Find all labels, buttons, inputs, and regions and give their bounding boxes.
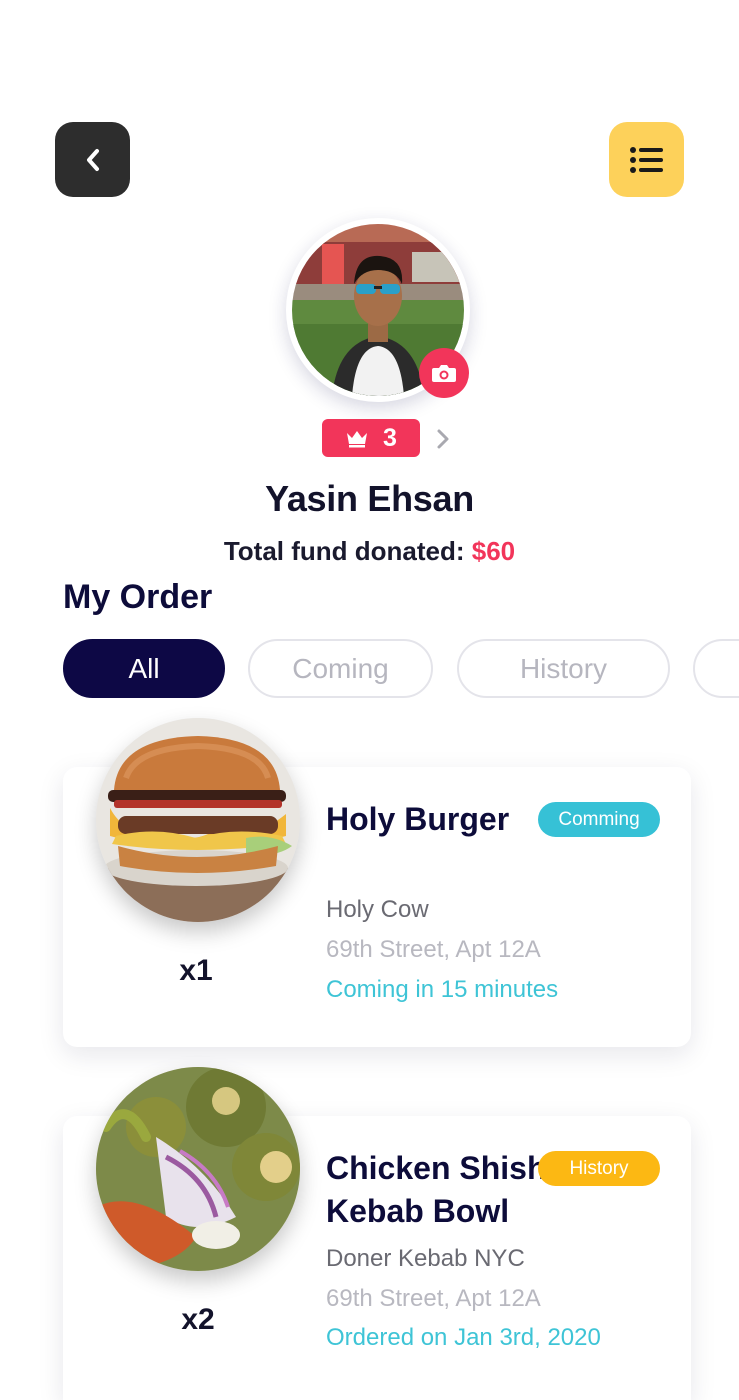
status-badge: History [538, 1151, 660, 1186]
level-badge[interactable]: 3 [322, 419, 420, 457]
delivery-address: 69th Street, Apt 12A [326, 1285, 541, 1312]
list-menu-icon [629, 146, 663, 173]
profile-name: Yasin Ehsan [265, 478, 474, 519]
back-button[interactable] [55, 122, 130, 197]
tab-history[interactable]: History [457, 639, 670, 698]
item-title: Chicken Shish Kebab Bowl [326, 1147, 547, 1233]
food-image-kebab-bowl [96, 1067, 300, 1271]
tab-more[interactable] [693, 639, 739, 698]
food-image-burger [96, 718, 300, 922]
level-value: 3 [383, 423, 397, 452]
change-photo-button[interactable] [419, 348, 469, 398]
restaurant-name: Holy Cow [326, 896, 429, 923]
order-status-text: Ordered on Jan 3rd, 2020 [326, 1324, 601, 1351]
crown-icon [347, 431, 368, 448]
item-quantity: x1 [179, 954, 213, 987]
fund-label: Total fund donated: [223, 536, 472, 566]
order-tabs: All Coming History [63, 639, 739, 698]
chevron-right-icon [437, 429, 449, 449]
tab-all[interactable]: All [63, 639, 225, 698]
chevron-left-icon [86, 148, 99, 171]
status-badge: Comming [538, 802, 660, 837]
tab-coming[interactable]: Coming [248, 639, 433, 698]
item-title: Holy Burger [326, 801, 510, 837]
item-quantity: x2 [181, 1303, 215, 1336]
menu-button[interactable] [609, 122, 684, 197]
item-title-line: Chicken Shish [326, 1150, 547, 1186]
fund-donated-line: Total fund donated: $60 [0, 536, 739, 567]
fund-amount: $60 [471, 536, 516, 566]
level-chevron-button[interactable] [434, 428, 452, 455]
restaurant-name: Doner Kebab NYC [326, 1245, 525, 1272]
section-title: My Order [63, 578, 213, 616]
delivery-address: 69th Street, Apt 12A [326, 936, 541, 963]
order-status-text: Coming in 15 minutes [326, 976, 559, 1003]
profile-avatar-section [286, 218, 470, 402]
camera-icon [432, 365, 456, 382]
item-title-line: Kebab Bowl [326, 1193, 510, 1229]
